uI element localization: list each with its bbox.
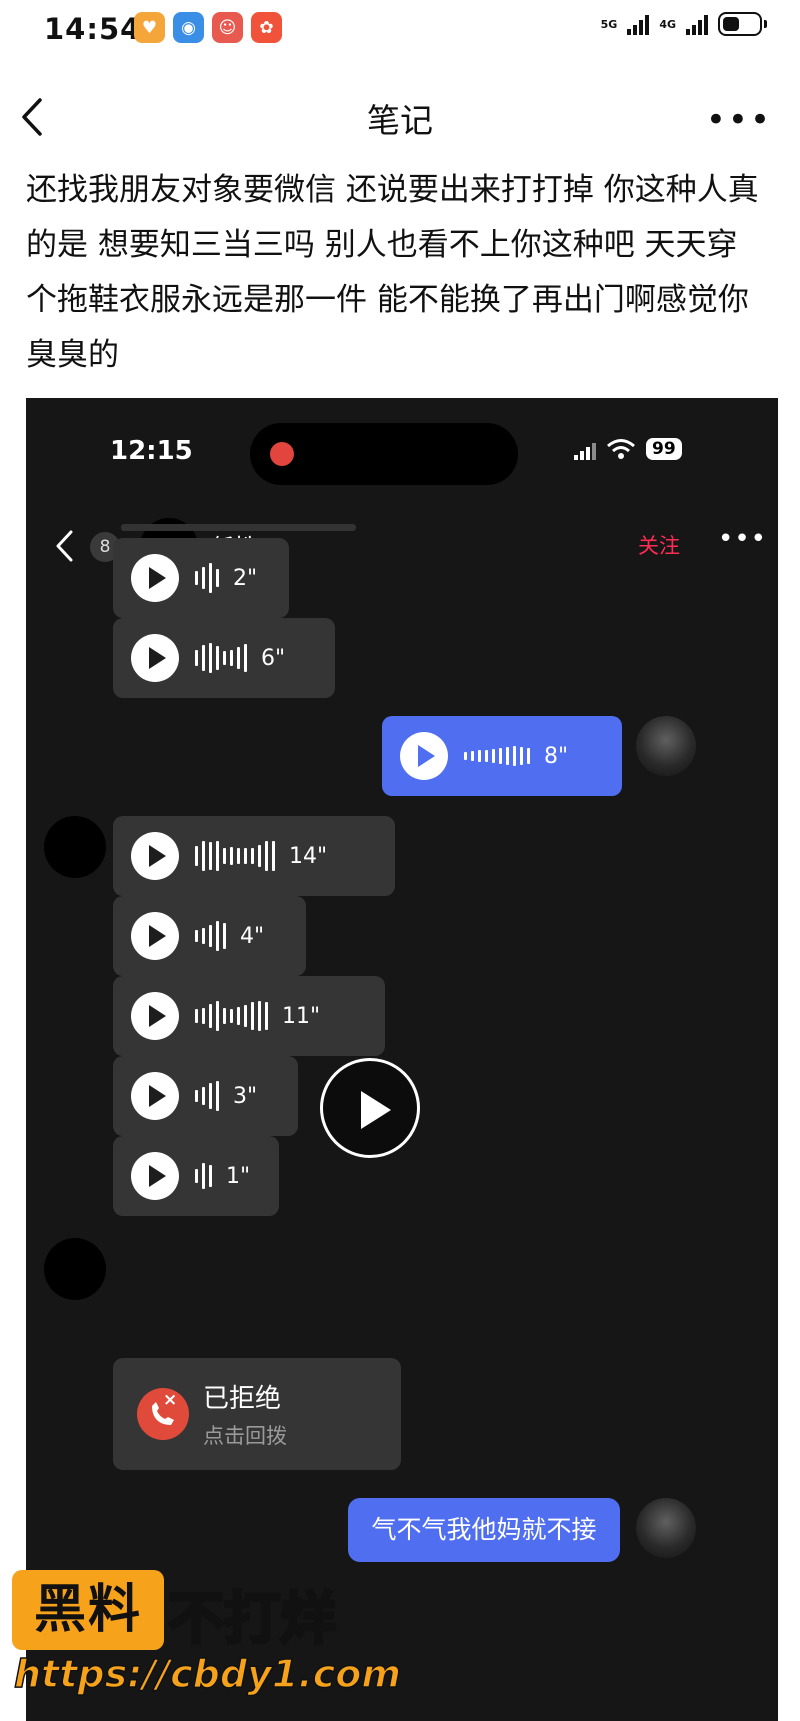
notification-icons: ♥ ◉ ☺ ✿ xyxy=(134,12,282,43)
voice-duration: 14" xyxy=(289,843,328,869)
received-voice-message[interactable]: 14" xyxy=(113,816,395,896)
voice-duration: 1" xyxy=(226,1163,251,1189)
self-avatar xyxy=(636,1498,696,1558)
declined-call-icon: × xyxy=(137,1388,189,1440)
screenshot-status-icons: 99 xyxy=(574,438,682,460)
recording-dot-icon xyxy=(270,442,294,466)
voice-duration: 2" xyxy=(233,565,258,591)
waveform-icon xyxy=(464,736,530,776)
received-voice-message[interactable]: 2" xyxy=(113,538,289,618)
play-icon[interactable] xyxy=(131,1152,179,1200)
contact-avatar-small xyxy=(44,816,106,878)
chat-back-icon[interactable] xyxy=(52,526,76,566)
watermark: 黑料 不打烊 https://cbdy1.com xyxy=(12,1570,402,1720)
sent-voice-message[interactable]: 8" xyxy=(382,716,622,796)
grid-app-icon: ✿ xyxy=(251,12,282,43)
clown-app-icon: ☺ xyxy=(212,12,243,43)
chat-more-icon[interactable]: ••• xyxy=(718,524,767,554)
received-voice-message[interactable]: 4" xyxy=(113,896,306,976)
play-icon[interactable] xyxy=(131,992,179,1040)
play-icon[interactable] xyxy=(131,1072,179,1120)
network-5g-label: 5G xyxy=(600,17,618,31)
battery-icon xyxy=(718,12,767,36)
waveform-icon xyxy=(195,916,226,956)
signal-app-icon: ◉ xyxy=(173,12,204,43)
received-voice-message[interactable]: 6" xyxy=(113,618,335,698)
waveform-icon xyxy=(195,836,275,876)
sent-text-message[interactable]: 气不气我他妈就不接 xyxy=(348,1498,620,1562)
play-icon[interactable] xyxy=(131,634,179,682)
declined-call-card[interactable]: × 已拒绝 点击回拨 xyxy=(113,1358,401,1470)
waveform-icon xyxy=(195,558,219,598)
call-status: 已拒绝 xyxy=(203,1384,282,1414)
watermark-slogan: 不打烊 xyxy=(167,1586,338,1654)
received-voice-message[interactable]: 3" xyxy=(113,1056,298,1136)
more-icon[interactable]: ••• xyxy=(706,100,772,140)
signal-4g-icon xyxy=(686,13,708,35)
chat-screenshot-image: 12:15 99 8 任性 关注 ••• 2"6"8"14"4"11"3"1" … xyxy=(26,398,778,1721)
video-play-icon[interactable] xyxy=(320,1058,420,1158)
status-right: 5G 4G xyxy=(600,12,767,36)
call-back-hint: 点击回拨 xyxy=(203,1424,287,1448)
waveform-icon xyxy=(195,1156,212,1196)
contact-avatar-small xyxy=(44,1238,106,1300)
play-icon[interactable] xyxy=(131,832,179,880)
post-text: 还找我朋友对象要微信 还说要出来打打掉 你这种人真的是 想要知三当三吗 别人也看… xyxy=(26,172,759,373)
heart-app-icon: ♥ xyxy=(134,12,165,43)
waveform-icon xyxy=(195,638,247,678)
play-icon[interactable] xyxy=(131,554,179,602)
voice-duration: 3" xyxy=(233,1083,258,1109)
play-icon[interactable] xyxy=(131,912,179,960)
wifi-icon xyxy=(607,439,635,459)
dynamic-island xyxy=(250,423,518,485)
self-avatar xyxy=(636,716,696,776)
waveform-icon xyxy=(195,996,268,1036)
voice-duration: 8" xyxy=(544,743,569,769)
page-title: 笔记 xyxy=(367,101,433,140)
follow-button[interactable]: 关注 xyxy=(638,530,680,560)
screenshot-status-time: 12:15 xyxy=(110,436,193,466)
received-voice-message[interactable]: 11" xyxy=(113,976,385,1056)
voice-duration: 11" xyxy=(282,1003,321,1029)
watermark-box: 黑料 xyxy=(12,1570,164,1650)
signal-5g-icon xyxy=(627,13,650,35)
nav-bar: 笔记 ••• xyxy=(0,80,800,156)
signal-icon xyxy=(574,438,596,460)
network-4g-label: 4G xyxy=(659,17,676,31)
battery-level: 99 xyxy=(646,438,682,460)
voice-duration: 6" xyxy=(261,645,286,671)
status-bar: 14:54 ♥ ◉ ☺ ✿ 5G 4G xyxy=(0,0,800,60)
play-icon[interactable] xyxy=(400,732,448,780)
waveform-icon xyxy=(195,1076,219,1116)
voice-duration: 4" xyxy=(240,923,265,949)
status-time: 14:54 xyxy=(44,12,142,46)
message-edge xyxy=(121,524,356,531)
received-voice-message[interactable]: 1" xyxy=(113,1136,279,1216)
watermark-url: https://cbdy1.com xyxy=(13,1651,401,1697)
